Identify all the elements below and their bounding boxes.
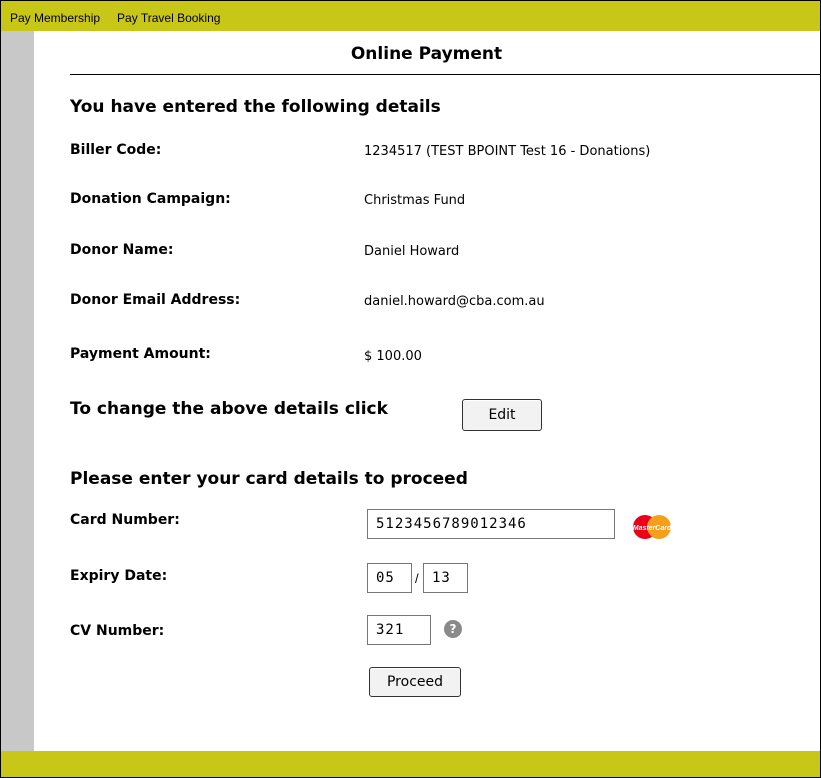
donor-email-label: Donor Email Address:: [70, 292, 241, 308]
expiry-year-input[interactable]: 13: [423, 563, 468, 593]
biller-code-label: Biller Code:: [70, 142, 162, 158]
expiry-date-label: Expiry Date:: [70, 568, 168, 584]
title-divider: [70, 74, 820, 75]
mastercard-icon: MasterCard: [633, 515, 672, 539]
cv-number-input[interactable]: 321: [367, 615, 431, 645]
donation-campaign-value: Christmas Fund: [364, 193, 466, 208]
details-heading: You have entered the following details: [70, 97, 441, 117]
page-frame: Pay Membership Pay Travel Booking Online…: [0, 0, 821, 778]
bottom-bar: [1, 751, 820, 777]
donor-name-label: Donor Name:: [70, 242, 174, 258]
top-bar: Pay Membership Pay Travel Booking: [1, 1, 820, 31]
donor-name-value: Daniel Howard: [364, 244, 460, 259]
help-icon[interactable]: ?: [444, 620, 462, 638]
card-details-heading: Please enter your card details to procee…: [70, 469, 468, 489]
biller-code-value: 1234517 (TEST BPOINT Test 16 - Donations…: [364, 144, 651, 159]
donation-campaign-label: Donation Campaign:: [70, 191, 231, 207]
main-content: Online Payment You have entered the foll…: [34, 31, 820, 751]
mastercard-brand-text: MasterCard: [633, 525, 672, 532]
nav-pay-travel-booking[interactable]: Pay Travel Booking: [117, 11, 220, 25]
page-title: Online Payment: [350, 44, 503, 64]
donor-email-value: daniel.howard@cba.com.au: [364, 294, 545, 309]
expiry-month-input[interactable]: 05: [367, 563, 412, 593]
nav-pay-membership[interactable]: Pay Membership: [10, 11, 100, 25]
cv-number-label: CV Number:: [70, 623, 165, 639]
payment-amount-label: Payment Amount:: [70, 346, 211, 362]
expiry-separator: /: [415, 571, 419, 586]
change-details-text: To change the above details click: [70, 399, 388, 419]
proceed-button[interactable]: Proceed: [369, 667, 461, 697]
card-number-input[interactable]: 5123456789012346: [367, 509, 615, 539]
top-nav: Pay Membership Pay Travel Booking: [10, 11, 220, 25]
card-number-label: Card Number:: [70, 512, 180, 528]
edit-button[interactable]: Edit: [462, 399, 542, 431]
payment-amount-value: $ 100.00: [364, 349, 422, 364]
